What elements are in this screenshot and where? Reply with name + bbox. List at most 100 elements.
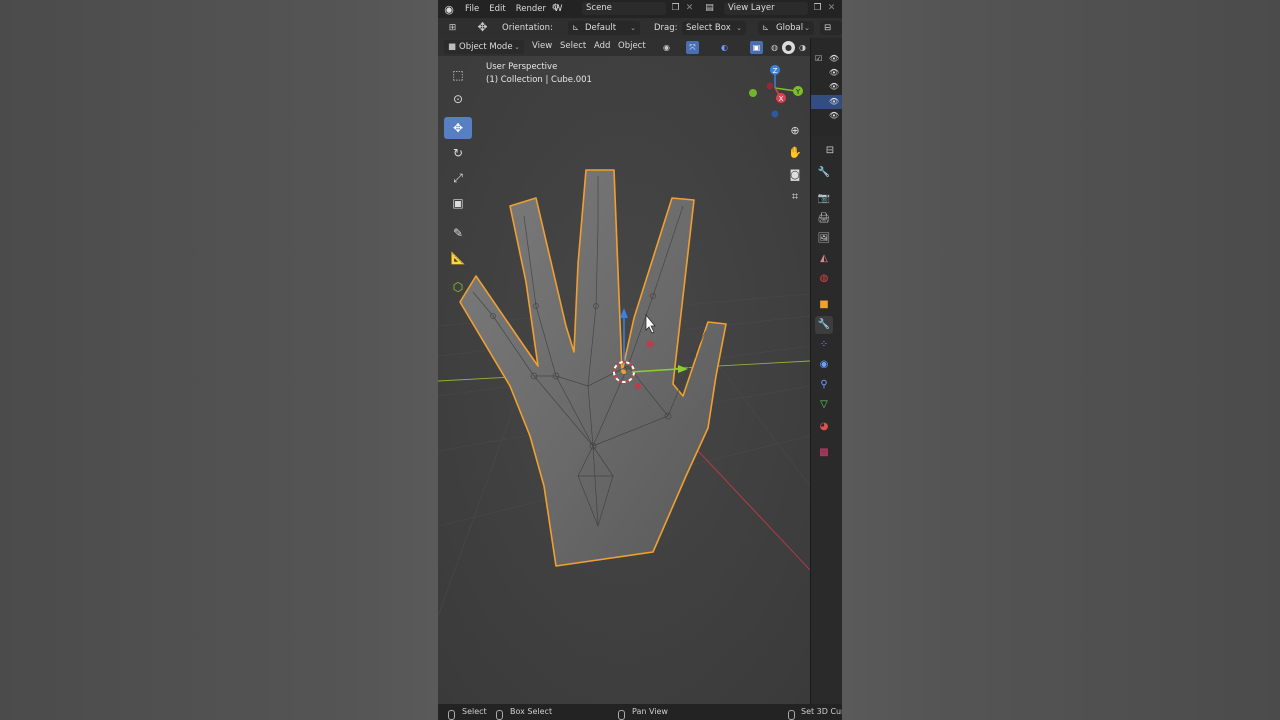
tool-tab-icon[interactable]: 🔧 <box>815 164 833 182</box>
move-tool-icon: ✥ <box>477 20 488 34</box>
gizmo-toggle-icon[interactable]: ⤧ <box>686 41 699 54</box>
orientation-dropdown[interactable]: ⊾ Default ⌄ <box>568 21 640 35</box>
annotate-tool-icon[interactable]: ✎ <box>444 222 472 244</box>
drag-dropdown[interactable]: Select Box ⌄ <box>682 21 746 35</box>
eye-icon[interactable]: 👁 <box>829 54 839 63</box>
delete-view-layer-icon[interactable]: ✕ <box>825 2 838 15</box>
properties-panel: ⊟ 🔧 📷 🖨 🖼 ◭ ◍ ■ 🔧 ⁘ ◉ ⚲ ▽ ◕ ▩ <box>810 136 842 704</box>
outliner-panel: ☑ 👁 👁 👁 👁 👁 <box>810 38 842 136</box>
view-layer-tab-icon[interactable]: 🖼 <box>815 230 833 248</box>
status-pan-view: Pan View <box>632 707 668 716</box>
texture-tab-icon[interactable]: ▩ <box>815 444 833 462</box>
video-frame: ◉ File Edit Render W ⚙ Scene ❐ ✕ ▤ View … <box>0 0 1280 720</box>
eye-icon[interactable]: 👁 <box>829 111 839 120</box>
menu-file[interactable]: File <box>460 4 484 14</box>
output-tab-icon[interactable]: 🖨 <box>815 210 833 228</box>
status-select: Select <box>462 707 487 716</box>
cursor-tool-icon[interactable]: ⊙ <box>444 88 472 110</box>
status-set-3d-cursor: Set 3D Cur <box>801 707 842 716</box>
gizmo-z-label: Z <box>773 67 778 75</box>
scene-tab-icon[interactable]: ◭ <box>815 250 833 268</box>
menu-add[interactable]: Add <box>594 41 610 51</box>
blender-window: ◉ File Edit Render W ⚙ Scene ❐ ✕ ▤ View … <box>438 0 842 720</box>
object-tab-icon[interactable]: ■ <box>815 296 833 314</box>
new-view-layer-icon[interactable]: ❐ <box>811 2 824 15</box>
pivot-dropdown[interactable]: ⊟ <box>820 21 842 35</box>
physics-tab-icon[interactable]: ◉ <box>815 356 833 374</box>
overlays-icon[interactable]: ◐ <box>718 41 731 54</box>
collection-info-label: (1) Collection | Cube.001 <box>486 75 592 85</box>
transform-tool-icon[interactable]: ▣ <box>444 192 472 214</box>
select-box-tool-icon[interactable]: ⬚ <box>444 64 472 86</box>
3d-viewport[interactable]: Z Y X User Perspective (1) Collection | … <box>438 56 810 704</box>
material-shading-icon[interactable]: ◑ <box>796 41 809 54</box>
material-tab-icon[interactable]: ◕ <box>815 418 833 436</box>
tool-settings-header: ⊞ ✥ Orientation: ⊾ Default ⌄ Drag: Selec… <box>438 18 842 38</box>
data-tab-icon[interactable]: ▽ <box>815 396 833 414</box>
add-cube-tool-icon[interactable]: ⬡ <box>444 276 472 298</box>
eye-icon[interactable]: 👁 <box>829 82 839 91</box>
tool-settings-toggle-icon[interactable]: ⊞ <box>446 22 459 35</box>
gizmo-x-label: X <box>779 95 784 103</box>
orientation-label: Orientation: <box>502 23 553 33</box>
solid-shading-icon[interactable]: ● <box>782 41 795 54</box>
chevron-down-icon: ⌄ <box>736 24 742 32</box>
menu-view[interactable]: View <box>532 41 552 51</box>
orientation-icon: ⊾ <box>572 23 580 33</box>
render-tab-icon[interactable]: 📷 <box>815 190 833 208</box>
drag-value: Select Box <box>686 23 731 33</box>
view-layer-browse-icon[interactable]: ▤ <box>703 2 716 15</box>
drag-label: Drag: <box>654 23 678 33</box>
view-layer-field[interactable]: View Layer <box>724 2 808 15</box>
perspective-label: User Perspective <box>486 62 558 72</box>
rotate-tool-icon[interactable]: ↻ <box>444 142 472 164</box>
outliner-row[interactable]: 👁 <box>811 109 842 123</box>
measure-tool-icon[interactable]: 📐 <box>444 247 472 269</box>
chevron-down-icon: ⌄ <box>630 24 636 32</box>
mode-value: Object Mode <box>459 42 513 52</box>
blender-logo-icon[interactable]: ◉ <box>438 3 460 16</box>
chevron-down-icon: ⌄ <box>514 43 520 51</box>
blurred-background-left <box>0 0 438 720</box>
constraints-tab-icon[interactable]: ⚲ <box>815 376 833 394</box>
checkbox-icon[interactable]: ☑ <box>815 54 822 63</box>
outliner-row[interactable]: ☑ 👁 <box>811 52 842 66</box>
menu-edit[interactable]: Edit <box>484 4 510 14</box>
transform-orientation-dropdown[interactable]: ⊾ Global ⌄ <box>758 21 814 35</box>
modifiers-tab-icon[interactable]: 🔧 <box>815 316 833 334</box>
eye-icon[interactable]: 👁 <box>829 68 839 77</box>
visibility-icon[interactable]: ◉ <box>660 41 673 54</box>
scene-browse-icon[interactable]: ⚙ <box>549 2 562 15</box>
menu-render[interactable]: Render <box>511 4 551 14</box>
world-tab-icon[interactable]: ◍ <box>815 270 833 288</box>
viewport-canvas: Z Y X <box>438 56 810 704</box>
mode-dropdown[interactable]: ■ Object Mode ⌄ <box>444 40 524 54</box>
menu-select[interactable]: Select <box>560 41 586 51</box>
delete-scene-icon[interactable]: ✕ <box>683 2 696 15</box>
camera-icon[interactable]: ◙ <box>786 166 804 184</box>
object-mode-icon: ■ <box>448 42 457 52</box>
menu-object[interactable]: Object <box>618 41 646 51</box>
status-box-select: Box Select <box>510 707 553 716</box>
blurred-background-right <box>842 0 1280 720</box>
zoom-icon[interactable]: ⊕ <box>786 122 804 140</box>
editor-type-icon[interactable]: ⊟ <box>821 142 839 160</box>
gizmo-y-label: Y <box>795 88 801 96</box>
transform-space-value: Global <box>776 23 804 33</box>
scale-tool-icon[interactable]: ⤢ <box>444 167 472 189</box>
outliner-row[interactable]: 👁 <box>811 66 842 80</box>
pan-hand-icon[interactable]: ✋ <box>786 144 804 162</box>
scene-name-field[interactable]: Scene <box>582 2 666 15</box>
move-tool-button-icon[interactable]: ✥ <box>444 117 472 139</box>
chevron-down-icon: ⌄ <box>804 24 810 32</box>
axis-icon: ⊾ <box>762 23 770 33</box>
status-bar: Select Box Select Pan View Set 3D Cur <box>438 704 842 720</box>
new-scene-icon[interactable]: ❐ <box>669 2 682 15</box>
wireframe-shading-icon[interactable]: ◍ <box>768 41 781 54</box>
outliner-row[interactable]: 👁 <box>811 80 842 94</box>
xray-icon[interactable]: ▣ <box>750 41 763 54</box>
eye-icon[interactable]: 👁 <box>829 97 839 106</box>
particles-tab-icon[interactable]: ⁘ <box>815 336 833 354</box>
perspective-grid-icon[interactable]: ⌗ <box>786 188 804 206</box>
outliner-row-selected[interactable]: 👁 <box>811 95 842 109</box>
